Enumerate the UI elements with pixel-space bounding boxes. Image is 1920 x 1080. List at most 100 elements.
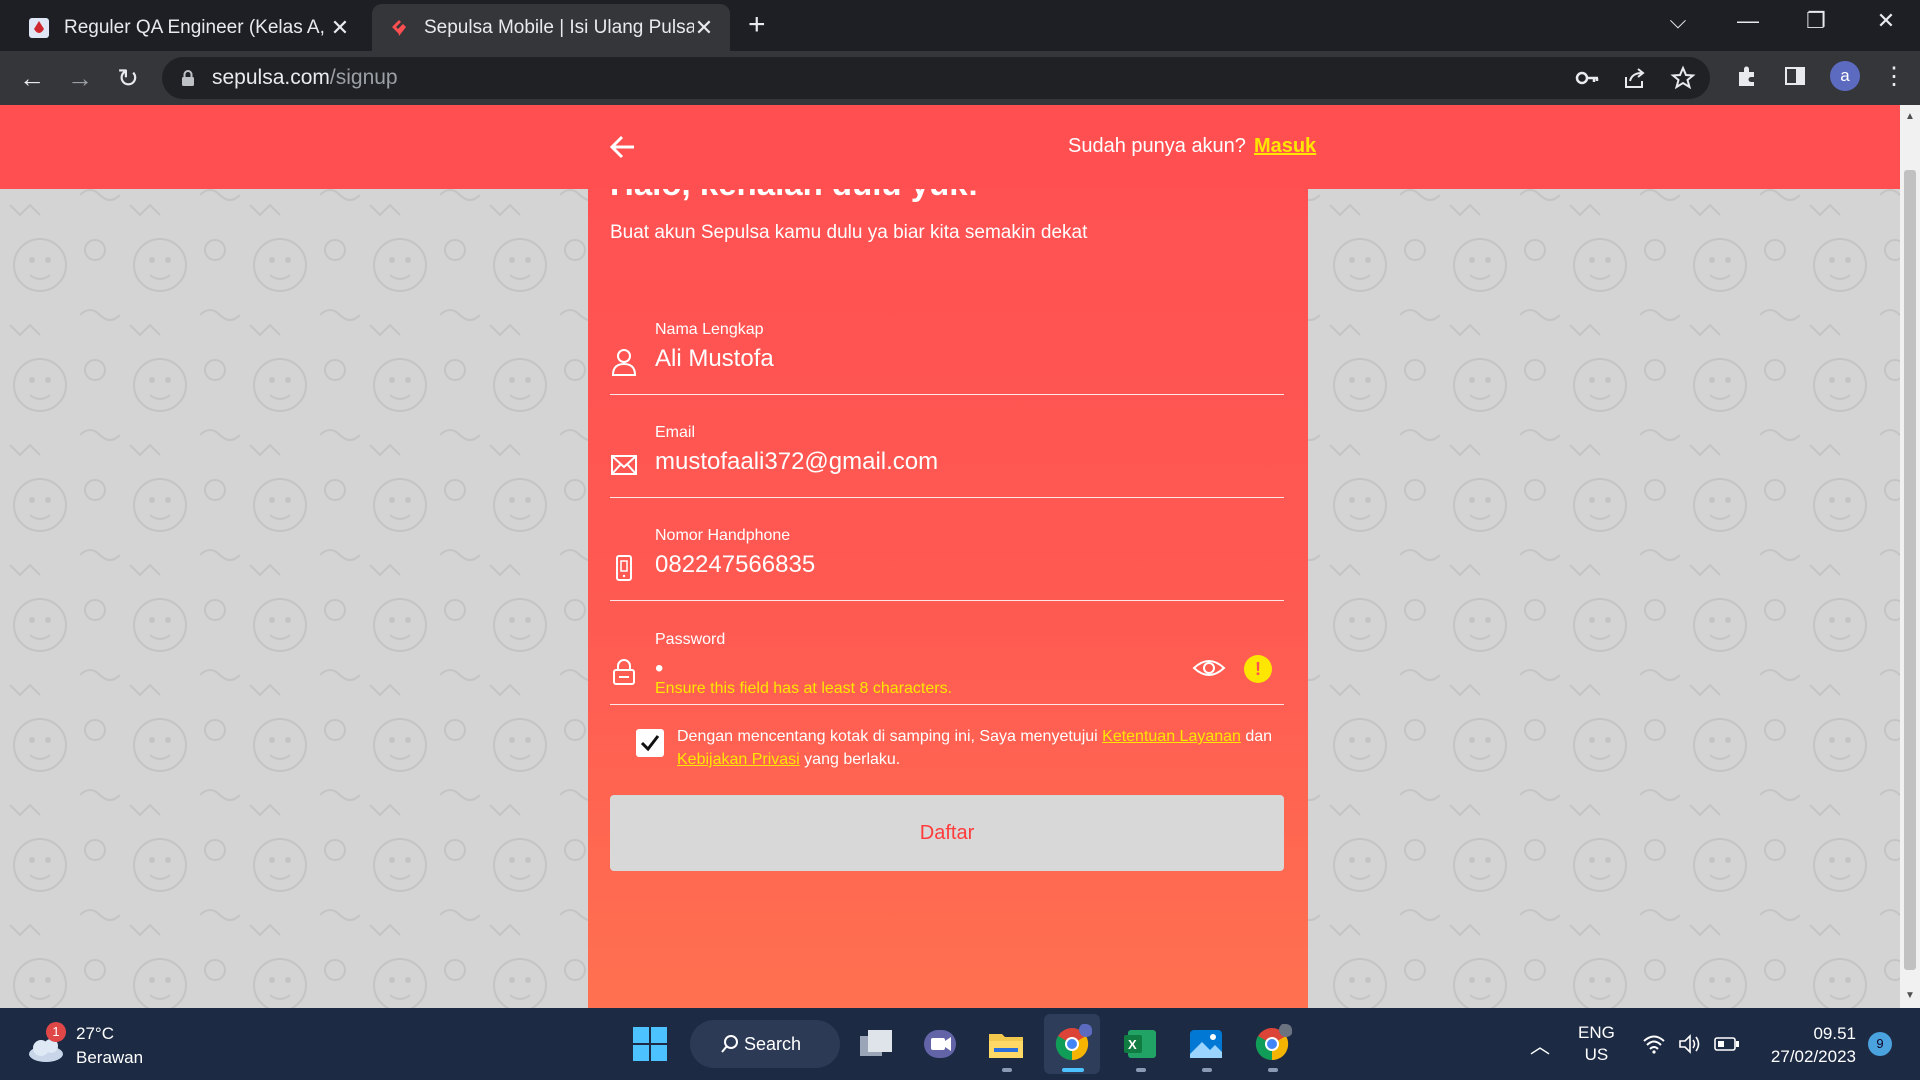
user-icon — [611, 349, 637, 376]
phone-field[interactable]: Nomor Handphone 082247566835 — [610, 519, 1284, 601]
warning-icon: ! — [1244, 655, 1272, 683]
key-icon[interactable] — [1574, 65, 1600, 91]
photos-icon[interactable] — [1186, 1024, 1226, 1064]
forward-icon[interactable]: → — [62, 63, 98, 94]
active-indicator — [1062, 1068, 1084, 1072]
login-prompt-text: Sudah punya akun? — [1068, 135, 1246, 157]
language-code: ENG — [1578, 1023, 1615, 1042]
bookmark-star-icon[interactable] — [1670, 65, 1696, 91]
page-viewport: Halo, kenalan dulu yuk! Buat akun Sepuls… — [0, 105, 1900, 1008]
terms-text-1: Dengan mencentang kotak di samping ini, … — [677, 728, 1103, 745]
email-field[interactable]: Email mustofaali372@gmail.com — [610, 416, 1284, 498]
volume-icon[interactable] — [1678, 1034, 1702, 1054]
clock-date: 27/02/2023 — [1770, 1047, 1856, 1066]
weather-badge: 1 — [46, 1022, 66, 1042]
tab-sepulsa[interactable]: Sepulsa Mobile | Isi Ulang Pulsa S ✕ — [372, 4, 730, 51]
restore-icon[interactable]: ❐ — [1796, 8, 1836, 34]
clock-time: 09.51 — [1813, 1024, 1856, 1043]
tab-search-icon[interactable]: ⌵ — [1658, 8, 1698, 34]
login-link[interactable]: Masuk — [1254, 135, 1316, 157]
scroll-thumb[interactable] — [1904, 170, 1916, 970]
taskbar-search-button[interactable]: Search — [690, 1020, 840, 1068]
tab-close-icon[interactable]: ✕ — [330, 15, 350, 41]
weather-temperature: 27°C — [76, 1024, 114, 1043]
url-path: /signup — [329, 66, 398, 89]
signup-panel: Halo, kenalan dulu yuk! Buat akun Sepuls… — [588, 155, 1308, 1008]
url-host: sepulsa.com — [212, 66, 330, 89]
share-icon[interactable] — [1622, 65, 1648, 91]
input-language[interactable]: ENG US — [1578, 1022, 1615, 1066]
running-indicator — [1268, 1068, 1278, 1072]
system-clock[interactable]: 09.51 27/02/2023 — [1752, 1022, 1856, 1068]
page-subtitle: Buat akun Sepulsa kamu dulu ya biar kita… — [610, 222, 1088, 243]
phone-icon — [616, 555, 632, 581]
login-prompt: Sudah punya akun? Masuk — [1068, 135, 1316, 158]
windows-start-icon[interactable] — [630, 1024, 670, 1064]
minimize-icon[interactable]: — — [1728, 8, 1768, 34]
show-hidden-icons-chevron-icon[interactable]: ︿ — [1530, 1030, 1550, 1059]
running-indicator — [1136, 1068, 1146, 1072]
tab-favicon-icon — [29, 17, 49, 38]
profile-avatar[interactable]: a — [1830, 61, 1860, 91]
region-code: US — [1584, 1045, 1609, 1064]
privacy-policy-link[interactable]: Kebijakan Privasi — [677, 751, 800, 768]
windows-taskbar: 1 27°C Berawan Search X ︿ ENG US 09.51 2… — [0, 1008, 1920, 1080]
running-indicator — [1202, 1068, 1212, 1072]
eye-icon[interactable] — [1192, 655, 1226, 681]
page-header: Sudah punya akun? Masuk — [0, 105, 1900, 189]
tab-title: Reguler QA Engineer (Kelas A, B, C — [64, 16, 330, 38]
mail-icon — [611, 455, 637, 475]
teams-chat-icon[interactable] — [920, 1024, 960, 1064]
lock-icon — [613, 659, 635, 685]
terms-text-2: dan — [1240, 728, 1273, 745]
field-label: Nomor Handphone — [655, 527, 791, 544]
search-label: Search — [744, 1033, 802, 1054]
browser-tab-strip: Reguler QA Engineer (Kelas A, B, C ✕ Sep… — [0, 0, 1920, 51]
email-input[interactable]: mustofaali372@gmail.com — [655, 448, 938, 476]
register-button[interactable]: Daftar — [610, 795, 1284, 871]
file-explorer-icon[interactable] — [986, 1024, 1026, 1064]
tab-close-icon[interactable]: ✕ — [694, 15, 714, 41]
field-label: Password — [655, 631, 726, 648]
scroll-down-icon[interactable]: ▼ — [1900, 990, 1920, 1001]
chrome-profile-a-icon[interactable] — [1052, 1024, 1092, 1064]
side-panel-icon[interactable] — [1782, 63, 1808, 89]
battery-icon[interactable] — [1714, 1036, 1740, 1052]
excel-icon[interactable]: X — [1120, 1024, 1160, 1064]
browser-toolbar: ← → ↻ sepulsa.com/signup a ⋮ — [0, 51, 1920, 105]
chrome-profile-b-icon[interactable] — [1252, 1024, 1292, 1064]
address-bar[interactable]: sepulsa.com/signup — [162, 57, 1710, 99]
scroll-up-icon[interactable]: ▲ — [1900, 111, 1920, 122]
tab-title: Sepulsa Mobile | Isi Ulang Pulsa S — [424, 16, 694, 38]
terms-of-service-link[interactable]: Ketentuan Layanan — [1102, 728, 1241, 745]
full-name-field[interactable]: Nama Lengkap Ali Mustofa — [610, 313, 1284, 395]
phone-input[interactable]: 082247566835 — [655, 551, 815, 579]
field-label: Email — [655, 424, 696, 441]
weather-description: Berawan — [76, 1048, 144, 1067]
page-scrollbar[interactable]: ▲ ▼ — [1900, 105, 1920, 1008]
task-view-icon[interactable] — [856, 1024, 896, 1064]
field-label: Nama Lengkap — [655, 321, 764, 338]
notification-badge[interactable]: 9 — [1868, 1032, 1892, 1056]
extensions-icon[interactable] — [1734, 63, 1760, 89]
tab-reguler-qa[interactable]: Reguler QA Engineer (Kelas A, B, C ✕ — [12, 4, 366, 51]
password-error-message: Ensure this field has at least 8 charact… — [655, 680, 953, 697]
reload-icon[interactable]: ↻ — [110, 63, 146, 94]
terms-text: Dengan mencentang kotak di samping ini, … — [677, 725, 1297, 771]
lock-icon — [182, 70, 194, 86]
full-name-input[interactable]: Ali Mustofa — [655, 345, 774, 373]
password-input[interactable]: • — [655, 655, 663, 683]
close-window-icon[interactable]: ✕ — [1866, 8, 1906, 34]
new-tab-button[interactable]: + — [748, 8, 766, 42]
back-icon[interactable]: ← — [14, 63, 50, 94]
wifi-icon[interactable] — [1642, 1034, 1666, 1054]
weather-widget[interactable]: 1 27°C Berawan — [26, 1022, 166, 1070]
back-arrow-icon[interactable] — [608, 129, 638, 165]
search-icon — [721, 1035, 738, 1053]
running-indicator — [1002, 1068, 1012, 1072]
terms-checkbox[interactable] — [636, 729, 664, 757]
url-text: sepulsa.com/signup — [212, 66, 398, 90]
menu-kebab-icon[interactable]: ⋮ — [1882, 62, 1906, 91]
terms-text-3: yang berlaku. — [799, 751, 901, 768]
checkmark-icon — [640, 735, 660, 752]
